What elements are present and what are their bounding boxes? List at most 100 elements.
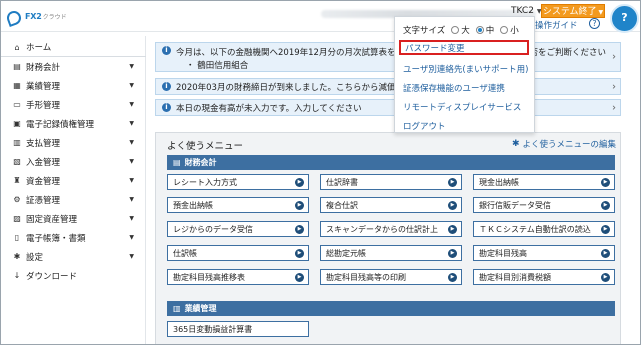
help-avatar-icon[interactable]: ? (610, 4, 639, 33)
ecredit-icon: ▣ (13, 119, 21, 128)
sidebar-item-label: 財務会計 (26, 62, 61, 73)
menu-button[interactable]: 預金出納帳 ▶ (167, 197, 309, 213)
chevron-down-icon: ▼ (129, 177, 134, 184)
sidebar-item-label: 固定資産管理 (26, 214, 78, 225)
sidebar-item-business[interactable]: ▦ 業績管理 ▼ (1, 76, 146, 95)
menu-button-label: 勘定科目残高等の印刷 (326, 272, 406, 282)
chevron-down-icon: ▼ (129, 139, 134, 146)
sidebar-item-label: 電子記録債権管理 (26, 119, 95, 130)
notice-text: 本日の現金有高が未入力です。入力してください (176, 103, 362, 114)
asset-icon: ▨ (13, 214, 21, 223)
section-header-financial: ▤ 財務会計 (167, 155, 615, 170)
sidebar-item-financial[interactable]: ▤ 財務会計 ▼ (1, 57, 146, 76)
chevron-right-icon: › (612, 81, 616, 92)
sidebar-item-asset[interactable]: ▨ 固定資産管理 ▼ (1, 209, 146, 228)
sidebar-item-label: 証憑管理 (26, 195, 61, 206)
menu-button[interactable]: 現金出納帳 ▶ (473, 174, 615, 190)
menu-button[interactable]: 仕訳辞書 ▶ (320, 174, 462, 190)
chevron-down-icon: ▼ (129, 215, 134, 222)
radio-medium[interactable] (475, 26, 484, 34)
menu-button[interactable]: レジからのデータ受信 ▶ (167, 221, 309, 237)
arrow-circle-icon: ▶ (601, 249, 610, 258)
menu-button[interactable]: 銀行信販データ受信 ▶ (473, 197, 615, 213)
sidebar-item-home[interactable]: ⌂ ホーム (1, 38, 146, 57)
sidebar-item-ebook[interactable]: ▯ 電子帳簿・書類 ▼ (1, 228, 146, 247)
menu-button-label: 勘定科目別消費税額 (479, 272, 551, 282)
menu-button-label: レジからのデータ受信 (173, 224, 253, 234)
sidebar-item-settings[interactable]: ✱ 設定 ▼ (1, 247, 146, 266)
chevron-right-icon: › (612, 51, 616, 63)
menu-item-remote-display[interactable]: リモートディスプレイサービス (403, 99, 529, 114)
section-header-business: ▥ 業績管理 (167, 301, 615, 316)
notice-subtext: ・ 鶴田信用組合 (186, 61, 249, 71)
menu-button-label: 複合仕訳 (326, 200, 358, 210)
notice-monthly-report[interactable]: i 今月は、以下の金融機関へ2019年12月分の月次試算表を提供 ・ 鶴田信用組… (155, 42, 621, 72)
arrow-circle-icon: ▶ (601, 225, 610, 234)
system-exit-button[interactable]: システム終了 ▼ (541, 4, 605, 18)
favorites-panel: よく使うメニュー ✱ よく使うメニューの編集 ▤ 財務会計 レシート入力方式 ▶ … (155, 132, 621, 344)
sidebar-item-label: 手形管理 (26, 100, 61, 111)
chevron-right-icon: › (612, 102, 616, 113)
radio-small[interactable] (500, 26, 509, 34)
sidebar-item-bill[interactable]: ▭ 手形管理 ▼ (1, 95, 146, 114)
arrow-circle-icon: ▶ (448, 273, 457, 282)
deposit-icon: ▧ (13, 157, 21, 166)
menu-button[interactable]: スキャンデータからの仕訳計上 ▶ (320, 221, 462, 237)
sidebar-item-label: 設定 (26, 252, 44, 263)
payment-icon: ▥ (13, 138, 21, 147)
sidebar-item-deposit[interactable]: ▧ 入金管理 ▼ (1, 152, 146, 171)
menu-item-voucher-link[interactable]: 証憑保存機能のユーザ連携 (403, 80, 529, 95)
sidebar-item-ecredit[interactable]: ▣ 電子記録債権管理 ▼ (1, 114, 146, 133)
arrow-circle-icon: ▶ (448, 178, 457, 187)
arrow-circle-icon: ▶ (295, 178, 304, 187)
notice-closing-date[interactable]: i 2020年03月の財務締日が到来しました。こちらから減価償却仕 › (155, 78, 621, 95)
menu-button[interactable]: 勘定科目残高等の印刷 ▶ (320, 269, 462, 285)
sidebar-item-fund[interactable]: ♜ 資金管理 ▼ (1, 171, 146, 190)
ledger-icon: ▤ (13, 62, 21, 71)
menu-button[interactable]: 勘定科目残高 ▶ (473, 245, 615, 261)
menu-button[interactable]: 仕訳帳 ▶ (167, 245, 309, 261)
favorites-edit-link[interactable]: ✱ よく使うメニューの編集 (512, 138, 616, 150)
menu-button-label: 365日変動損益計算書 (173, 324, 253, 334)
sidebar-item-label: 入金管理 (26, 157, 61, 168)
font-size-label: 文字サイズ (403, 26, 446, 36)
notice-text: 今月は、以下の金融機関へ2019年12月分の月次試算表を提供 (176, 48, 413, 58)
notice-cash-balance[interactable]: i 本日の現金有高が未入力です。入力してください › (155, 99, 621, 116)
arrow-circle-icon: ▶ (295, 201, 304, 210)
menu-button-label: 勘定科目残高推移表 (173, 272, 245, 282)
menu-item-user-contact[interactable]: ユーザ別連絡先(まいサポート用) (403, 61, 529, 76)
chevron-down-icon: ▼ (129, 101, 134, 108)
sidebar-item-voucher[interactable]: ⚙ 証憑管理 ▼ (1, 190, 146, 209)
chevron-down-icon: ▼ (129, 234, 134, 241)
section-title: 業績管理 (184, 304, 217, 313)
menu-button[interactable]: 勘定科目別消費税額 ▶ (473, 269, 615, 285)
info-icon: i (162, 46, 171, 55)
menu-item-password-change[interactable]: パスワード変更 (399, 40, 529, 55)
help-question-icon[interactable]: ? (589, 18, 600, 29)
arrow-circle-icon: ▶ (295, 249, 304, 258)
notice-tail-text: 否をご判断ください (529, 48, 606, 58)
sidebar-item-download[interactable]: ↓ ダウンロード (1, 266, 146, 285)
settings-icon: ✱ (13, 252, 21, 261)
sidebar-item-label: ダウンロード (26, 271, 78, 282)
sidebar-item-label: 資金管理 (26, 176, 61, 187)
menu-button-label: 銀行信販データ受信 (479, 200, 551, 210)
menu-item-logout[interactable]: ログアウト (403, 118, 529, 133)
menu-button[interactable]: レシート入力方式 ▶ (167, 174, 309, 190)
logo-sub: クラウド (42, 13, 67, 21)
sidebar-item-payment[interactable]: ▥ 支払管理 ▼ (1, 133, 146, 152)
radio-large[interactable] (451, 26, 460, 34)
menu-button[interactable]: 365日変動損益計算書 (167, 321, 309, 337)
menu-button[interactable]: 総勘定元帳 ▶ (320, 245, 462, 261)
menu-button[interactable]: 複合仕訳 ▶ (320, 197, 462, 213)
info-icon: i (162, 82, 171, 91)
favorites-edit-label: よく使うメニューの編集 (522, 140, 616, 150)
menu-button[interactable]: ＴＫＣシステム自動仕訳の読込 ▶ (473, 221, 615, 237)
menu-button[interactable]: 勘定科目残高推移表 ▶ (167, 269, 309, 285)
operation-guide-link[interactable]: 操作ガイド (535, 19, 578, 31)
menu-button-label: 預金出納帳 (173, 200, 213, 210)
logo-mark-icon (7, 9, 23, 23)
chevron-down-icon: ▼ (129, 253, 134, 260)
home-icon: ⌂ (14, 42, 20, 52)
app-logo[interactable]: FX2 クラウド (7, 7, 67, 25)
